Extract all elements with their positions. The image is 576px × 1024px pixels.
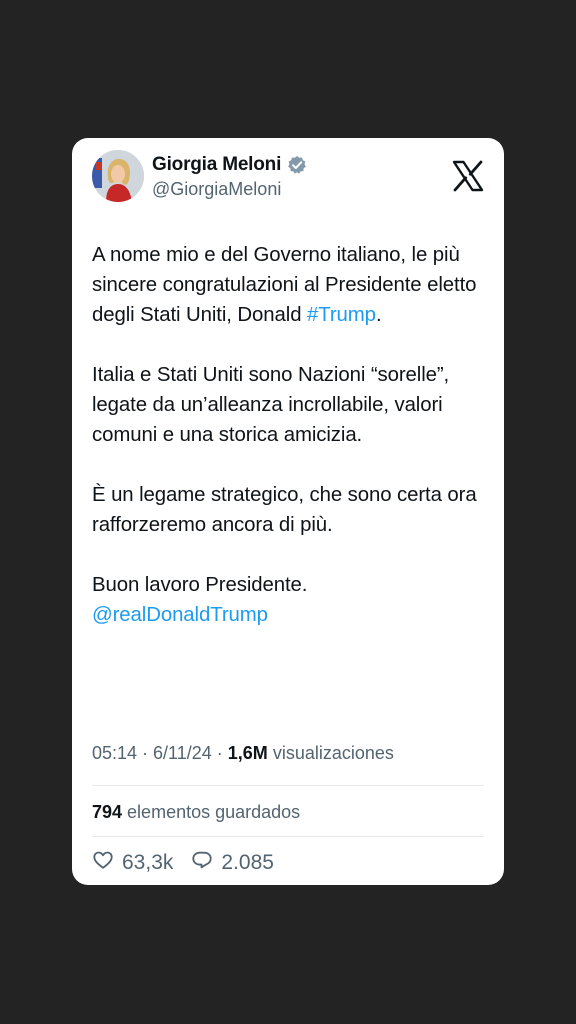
tweet-paragraph: Italia e Stati Uniti sono Nazioni “sorel… <box>92 364 450 446</box>
tweet-header: Giorgia Meloni @GiorgiaMeloni <box>92 150 484 206</box>
views-count: 1,6M <box>227 743 268 763</box>
hashtag-link[interactable]: #Trump <box>307 304 376 326</box>
divider <box>92 836 484 837</box>
reply-button[interactable]: 2.085 <box>191 849 274 877</box>
verified-badge-icon <box>287 155 307 175</box>
avatar[interactable] <box>92 150 144 202</box>
tweet-card: Giorgia Meloni @GiorgiaMeloni A nome mio… <box>72 138 504 885</box>
tweet-text: A nome mio e del Governo italiano, le pi… <box>92 240 490 630</box>
tweet-paragraph: A nome mio e del Governo italiano, le pi… <box>92 240 490 330</box>
author-names: Giorgia Meloni @GiorgiaMeloni <box>152 154 307 200</box>
paragraph-text: A nome mio e del Governo italiano, le pi… <box>92 244 477 326</box>
tweet-paragraph: È un legame strategico, che sono certa o… <box>92 484 477 536</box>
bookmarks-stat[interactable]: 794 elementos guardados <box>92 802 300 823</box>
tweet-date[interactable]: 6/11/24 <box>153 743 212 763</box>
reply-bubble-icon <box>191 849 213 877</box>
tweet-actions: 63,3k 2.085 <box>92 849 274 877</box>
meta-separator: · <box>211 743 228 763</box>
divider <box>92 785 484 786</box>
bookmarks-label: elementos guardados <box>122 802 301 822</box>
heart-icon <box>92 849 114 877</box>
views-label: visualizaciones <box>267 743 394 763</box>
like-count: 63,3k <box>122 851 174 874</box>
tweet-meta: 05:14 · 6/11/24 · 1,6M visualizaciones <box>92 743 394 764</box>
mention-link[interactable]: @realDonaldTrump <box>92 604 268 626</box>
author-handle[interactable]: @GiorgiaMeloni <box>152 179 307 200</box>
paragraph-text: Buon lavoro Presidente. <box>92 574 308 596</box>
paragraph-end: . <box>375 304 382 326</box>
like-button[interactable]: 63,3k <box>92 849 173 877</box>
meta-separator: · <box>137 743 154 763</box>
bookmarks-count: 794 <box>92 802 123 822</box>
display-name-row: Giorgia Meloni <box>152 154 307 176</box>
author-display-name[interactable]: Giorgia Meloni <box>152 154 281 176</box>
x-logo-icon[interactable] <box>452 160 484 192</box>
reply-count: 2.085 <box>221 851 274 874</box>
tweet-paragraph: Buon lavoro Presidente. @realDonaldTrump <box>92 570 490 630</box>
tweet-time[interactable]: 05:14 <box>92 743 137 763</box>
